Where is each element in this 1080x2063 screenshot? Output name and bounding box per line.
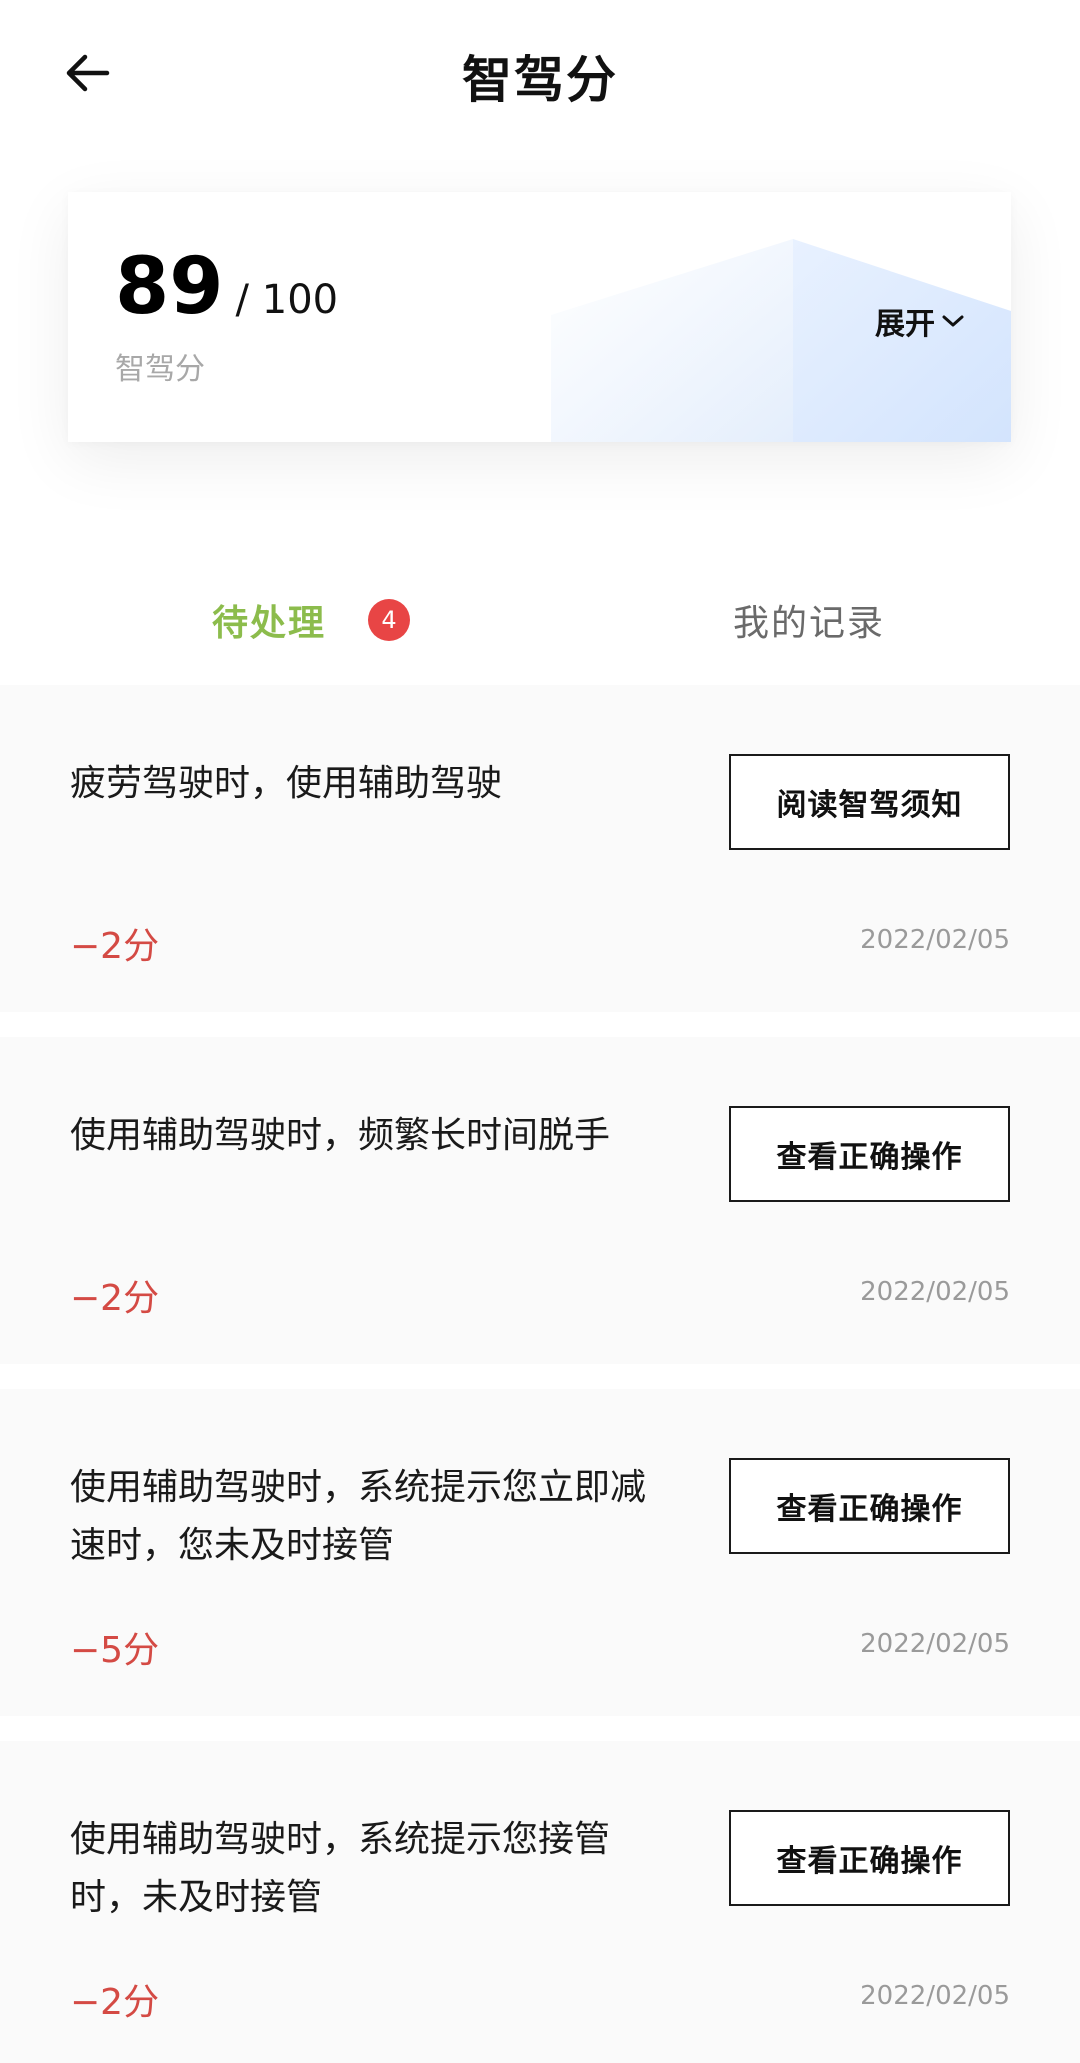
page-title: 智驾分 — [462, 51, 618, 109]
item-date: 2022/02/05 — [860, 925, 1010, 955]
score-value: 89 — [115, 242, 224, 332]
item-description: 疲劳驾驶时，使用辅助驾驶 — [70, 763, 503, 804]
score-total: / 100 — [235, 277, 339, 323]
tab-pending-label: 待处理 — [212, 603, 327, 644]
item-date: 2022/02/05 — [860, 1277, 1010, 1307]
item-description: 使用辅助驾驶时，频繁长时间脱手 — [70, 1115, 611, 1156]
chevron-down-icon — [942, 315, 964, 327]
score-card: 89 / 100 智驾分 展开 — [68, 192, 1011, 442]
expand-label: 展开 — [875, 307, 935, 342]
item-points: −2分 — [70, 926, 160, 967]
read-notice-button[interactable]: 阅读智驾须知 — [729, 754, 1010, 850]
tab-bar: 待处理 4 我的记录 — [0, 575, 1080, 665]
item-points: −5分 — [70, 1630, 160, 1671]
list-item: 使用辅助驾驶时，频繁长时间脱手 查看正确操作 −2分 2022/02/05 — [0, 1037, 1080, 1364]
list-item: 使用辅助驾驶时，系统提示您立即减速时，您未及时接管 查看正确操作 −5分 202… — [0, 1389, 1080, 1716]
item-description: 使用辅助驾驶时，系统提示您接管时，未及时接管 — [70, 1819, 611, 1918]
list-item: 疲劳驾驶时，使用辅助驾驶 阅读智驾须知 −2分 2022/02/05 — [0, 685, 1080, 1012]
expand-button[interactable]: 展开 — [875, 299, 965, 343]
item-points: −2分 — [70, 1278, 160, 1319]
tab-pending[interactable]: 待处理 4 — [212, 575, 411, 665]
view-correct-operation-button[interactable]: 查看正确操作 — [729, 1106, 1010, 1202]
list-item: 使用辅助驾驶时，系统提示您接管时，未及时接管 查看正确操作 −2分 2022/0… — [0, 1741, 1080, 2063]
item-date: 2022/02/05 — [860, 1629, 1010, 1659]
item-points: −2分 — [70, 1982, 160, 2023]
pending-count-badge: 4 — [368, 599, 411, 641]
score-label: 智驾分 — [115, 352, 205, 387]
pending-list: 疲劳驾驶时，使用辅助驾驶 阅读智驾须知 −2分 2022/02/05 使用辅助驾… — [0, 685, 1080, 2063]
tab-records-label: 我的记录 — [733, 603, 886, 644]
item-date: 2022/02/05 — [860, 1981, 1010, 2011]
score-line: 89 / 100 — [115, 248, 338, 326]
tab-my-records[interactable]: 我的记录 — [733, 575, 885, 665]
header: 智驾分 — [0, 0, 1080, 150]
view-correct-operation-button[interactable]: 查看正确操作 — [729, 1810, 1010, 1906]
item-description: 使用辅助驾驶时，系统提示您立即减速时，您未及时接管 — [70, 1467, 647, 1566]
app-root: 智驾分 89 / 100 智驾分 展开 待处理 4 我的记录 疲劳驾驶时，使用辅… — [0, 0, 1080, 2063]
view-correct-operation-button[interactable]: 查看正确操作 — [729, 1458, 1010, 1554]
